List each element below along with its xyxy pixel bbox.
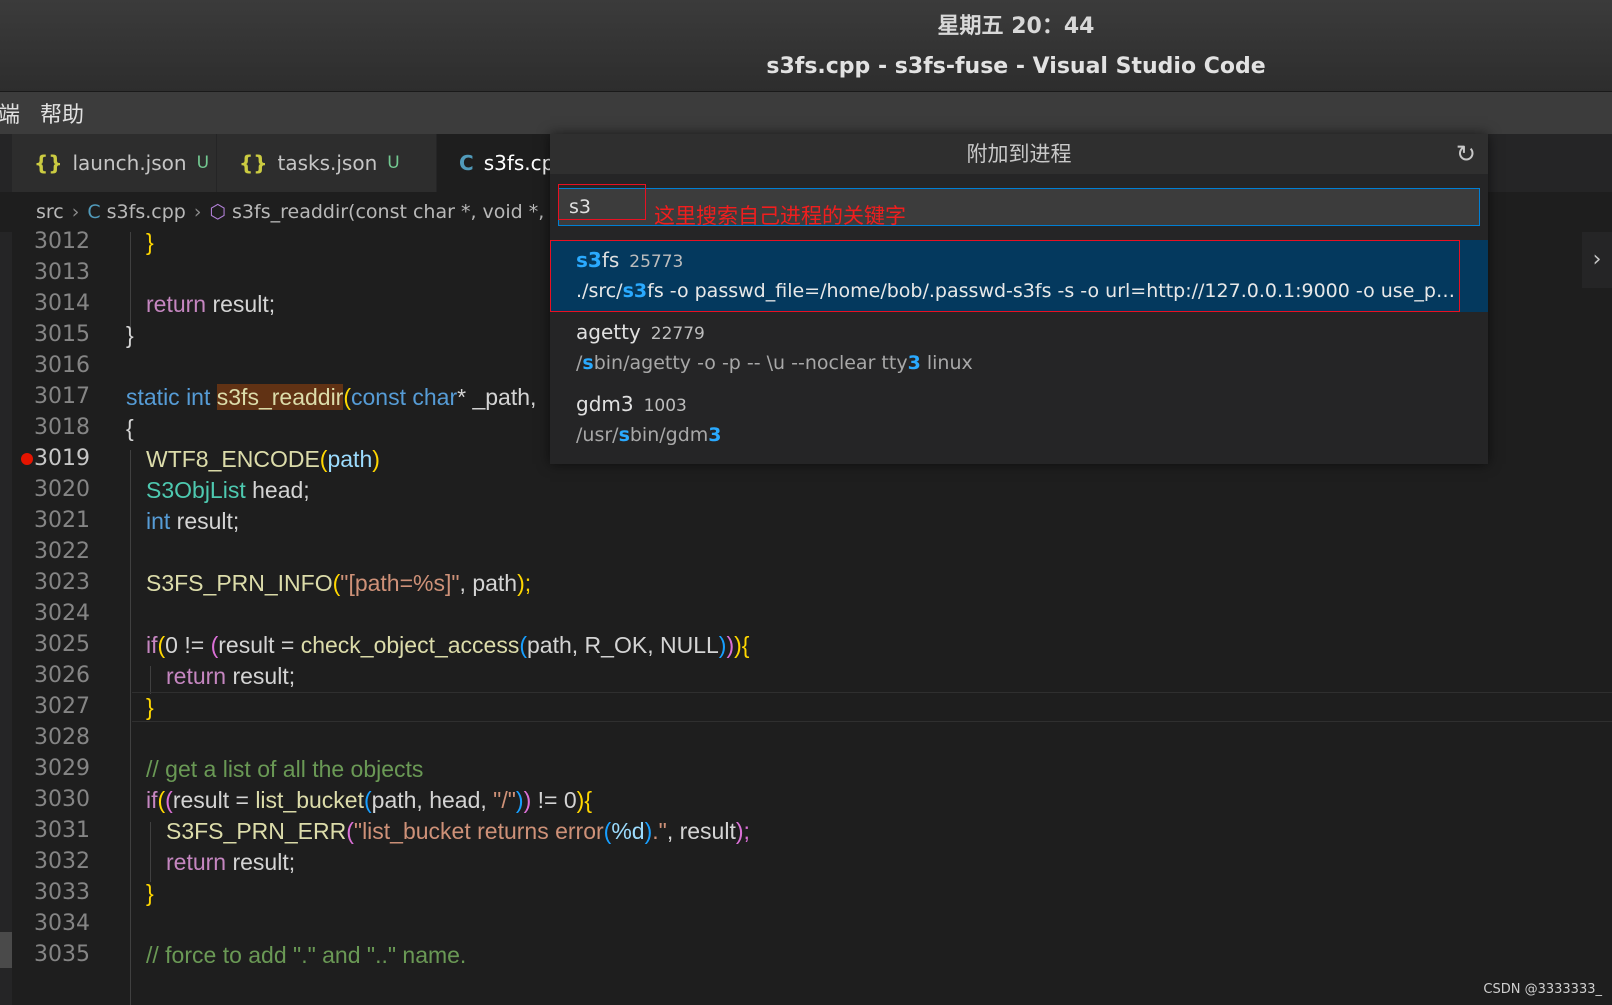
refresh-icon[interactable]: ↻	[1456, 140, 1476, 168]
line-number: 3029	[34, 756, 90, 781]
line-number: 3017	[34, 384, 90, 409]
untracked-badge: U	[387, 153, 400, 173]
code-text: {	[126, 415, 134, 441]
method-symbol-icon: ⬡	[209, 201, 227, 223]
line-number: 3028	[34, 725, 90, 750]
code-line: 3021 int result;	[0, 505, 1612, 537]
line-number: 3032	[34, 849, 90, 874]
chevron-right-icon: ›	[71, 201, 80, 223]
code-text: if(0 != (result = check_object_access(pa…	[146, 632, 750, 658]
line-number: 3019	[34, 446, 90, 471]
line-number: 3025	[34, 632, 90, 657]
system-clock: 星期五 20：44	[937, 14, 1095, 39]
menu-item-help[interactable]: 帮助	[30, 97, 94, 129]
code-line: 3022	[0, 536, 1612, 568]
code-text: }	[146, 880, 154, 906]
breadcrumb-folder[interactable]: src	[36, 201, 64, 223]
code-line: 3024	[0, 598, 1612, 630]
code-line: 3023 S3FS_PRN_INFO("[path=%s]", path);	[0, 567, 1612, 599]
menu-item-terminal[interactable]: 端	[0, 97, 30, 129]
code-text: return result;	[166, 849, 296, 875]
code-line: 3028	[0, 722, 1612, 754]
code-text: }	[126, 322, 134, 348]
annotation-box	[558, 184, 646, 220]
code-text: static int s3fs_readdir(const char* _pat…	[126, 384, 537, 410]
annotation-text: 这里搜索自己进程的关键字	[654, 204, 906, 228]
process-command: /sbin/agetty -o -p -- \u --noclear tty3 …	[576, 352, 973, 374]
process-item-gdm3[interactable]: gdm3 1003 /usr/sbin/gdm3	[550, 384, 1488, 456]
code-text: if((result = list_bucket(path, head, "/"…	[146, 787, 592, 813]
quick-pick-title: 附加到进程	[550, 134, 1488, 174]
code-line: 3030 if((result = list_bucket(path, head…	[0, 784, 1612, 816]
line-number: 3034	[34, 911, 90, 936]
json-file-icon: {}	[239, 151, 268, 175]
code-line: 3026 return result;	[0, 660, 1612, 692]
breadcrumb-file[interactable]: s3fs.cpp	[107, 201, 186, 223]
tab-tasks-json[interactable]: {} tasks.json U	[217, 134, 437, 192]
process-command: /usr/sbin/gdm3	[576, 424, 722, 446]
tab-launch-json[interactable]: {} launch.json U	[12, 134, 217, 192]
line-number: 3016	[34, 353, 90, 378]
code-line: 3020 S3ObjList head;	[0, 474, 1612, 506]
breadcrumb-symbol[interactable]: s3fs_readdir(const char *, void *,	[232, 201, 544, 223]
line-number: 3014	[34, 291, 90, 316]
line-number: 3018	[34, 415, 90, 440]
code-line: 3033 }	[0, 877, 1612, 909]
code-line: 3027 }	[0, 691, 1612, 723]
menu-bar: 端 帮助	[0, 92, 1612, 134]
line-number: 3030	[34, 787, 90, 812]
code-line: 3025 if(0 != (result = check_object_acce…	[0, 629, 1612, 661]
line-number: 3015	[34, 322, 90, 347]
tab-label: s3fs.cp	[483, 151, 555, 175]
code-line: 3032 return result;	[0, 846, 1612, 878]
line-number: 3024	[34, 601, 90, 626]
code-text: int result;	[146, 508, 240, 534]
line-number: 3012	[34, 229, 90, 254]
cpp-file-icon: C	[87, 201, 101, 223]
code-text: S3FS_PRN_INFO("[path=%s]", path);	[146, 570, 532, 596]
line-number: 3022	[34, 539, 90, 564]
line-number: 3035	[34, 942, 90, 967]
chevron-right-icon: ›	[193, 201, 202, 223]
code-text: }	[146, 229, 154, 255]
json-file-icon: {}	[34, 151, 63, 175]
watermark: CSDN @3333333_	[1483, 982, 1602, 997]
line-number: 3013	[34, 260, 90, 285]
code-text: return result;	[166, 663, 296, 689]
code-line: 3035 // force to add "." and ".." name.	[0, 939, 1612, 971]
process-pid: 22779	[650, 324, 705, 344]
line-number: 3026	[34, 663, 90, 688]
chevron-right-icon[interactable]: ›	[1582, 232, 1612, 288]
annotation-box	[550, 240, 1460, 312]
code-text: WTF8_ENCODE(path)	[146, 446, 380, 472]
title-bar: 星期五 20：44 s3fs.cpp - s3fs-fuse - Visual …	[0, 0, 1612, 92]
code-text: S3ObjList head;	[146, 477, 310, 503]
line-number: 3027	[34, 694, 90, 719]
line-number: 3023	[34, 570, 90, 595]
code-comment: // get a list of all the objects	[146, 756, 424, 782]
line-number: 3031	[34, 818, 90, 843]
line-number: 3033	[34, 880, 90, 905]
line-number: 3021	[34, 508, 90, 533]
code-line: 3031 S3FS_PRN_ERR("list_bucket returns e…	[0, 815, 1612, 847]
line-number: 3020	[34, 477, 90, 502]
untracked-badge: U	[196, 153, 210, 173]
code-text: }	[146, 694, 154, 720]
code-text: return result;	[146, 291, 276, 317]
code-line: 3029 // get a list of all the objects	[0, 753, 1612, 785]
attach-process-quick-pick: 附加到进程 ↻ s3 这里搜索自己进程的关键字 s3fs 25773 ./src/…	[550, 134, 1488, 464]
tab-label: tasks.json	[277, 151, 378, 175]
cpp-file-icon: C	[459, 151, 474, 175]
window-title: s3fs.cpp - s3fs-fuse - Visual Studio Cod…	[766, 54, 1266, 79]
process-name: agetty 22779	[576, 320, 705, 344]
tab-label: launch.json	[72, 151, 187, 175]
process-pid: 1003	[643, 396, 687, 416]
code-text: S3FS_PRN_ERR("list_bucket returns error(…	[166, 818, 750, 844]
process-name: gdm3 1003	[576, 392, 687, 416]
code-line: 3034	[0, 908, 1612, 940]
code-comment: // force to add "." and ".." name.	[146, 942, 467, 968]
process-item-agetty[interactable]: agetty 22779 /sbin/agetty -o -p -- \u --n…	[550, 312, 1488, 384]
